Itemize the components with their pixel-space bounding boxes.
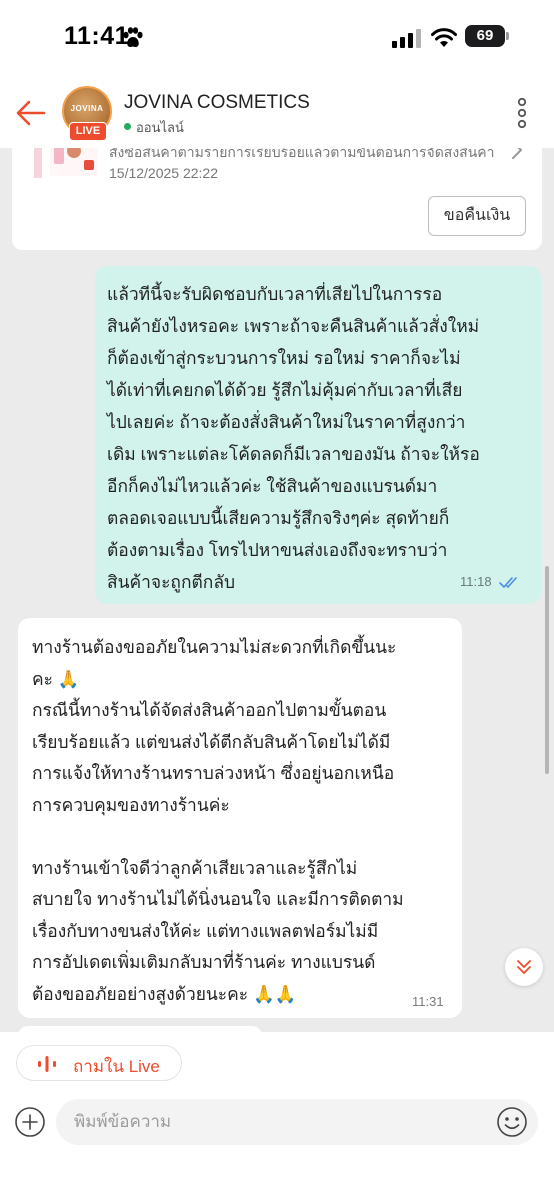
message-time: 11:31 (412, 994, 444, 1009)
refund-button[interactable]: ขอคืนเงิน (428, 196, 526, 236)
order-card[interactable]: สั่งซื้อสินค้าตามรายการเรียบร้อยแล้วตามข… (12, 148, 542, 250)
online-status: ออนไลน์ (136, 120, 184, 135)
scrollbar[interactable] (545, 566, 549, 774)
wifi-icon (431, 28, 457, 47)
more-vertical-icon[interactable] (512, 96, 532, 130)
signal-icon (392, 29, 421, 48)
plus-circle-icon[interactable] (14, 1106, 46, 1138)
shop-name[interactable]: JOVINA COSMETICS (124, 92, 310, 114)
ask-in-live-label: ถามใน Live (73, 1057, 160, 1076)
chevrons-down-icon (517, 960, 531, 974)
back-arrow-icon[interactable] (14, 96, 48, 130)
product-thumbnail (50, 148, 98, 176)
order-title: สั่งซื้อสินค้าตามรายการเรียบร้อยแล้วตามข… (109, 148, 497, 160)
message-text: แล้วทีนี้จะรับผิดชอบกับเวลาที่เสียไปในกา… (107, 284, 480, 592)
message-time: 11:18 (460, 574, 492, 589)
battery-tip (506, 32, 509, 40)
message-text: ทางร้านต้องขออภัยในความไม่สะดวกที่เกิดขึ… (32, 637, 404, 1004)
live-badge: LIVE (69, 122, 107, 141)
message-bubble-outgoing[interactable]: แล้วทีนี้จะรับผิดชอบกับเวลาที่เสียไปในกา… (95, 266, 541, 604)
battery-indicator: 69 (465, 25, 505, 47)
live-audio-icon (38, 1056, 56, 1072)
double-check-icon (499, 577, 517, 588)
emoji-icon[interactable] (496, 1106, 528, 1138)
status-bar: 11:41 69 (0, 0, 554, 78)
message-input[interactable] (56, 1099, 538, 1145)
ask-in-live-button[interactable]: ถามใน Live (16, 1045, 182, 1081)
chat-header: JOVINA LIVE JOVINA COSMETICS ออนไลน์ (0, 78, 554, 148)
status-time: 11:41 (64, 22, 130, 50)
avatar-logo-text: JOVINA (70, 104, 104, 113)
paw-icon (123, 27, 143, 48)
online-indicator (124, 123, 131, 130)
order-date: 15/12/2025 22:22 (109, 165, 218, 181)
message-bubble-incoming[interactable]: ทางร้านต้องขออภัยในความไม่สะดวกที่เกิดขึ… (18, 618, 462, 1018)
composer-area: ถามใน Live (0, 1032, 554, 1200)
chevron-right-icon[interactable] (510, 148, 524, 160)
scroll-to-bottom-button[interactable] (505, 948, 543, 986)
